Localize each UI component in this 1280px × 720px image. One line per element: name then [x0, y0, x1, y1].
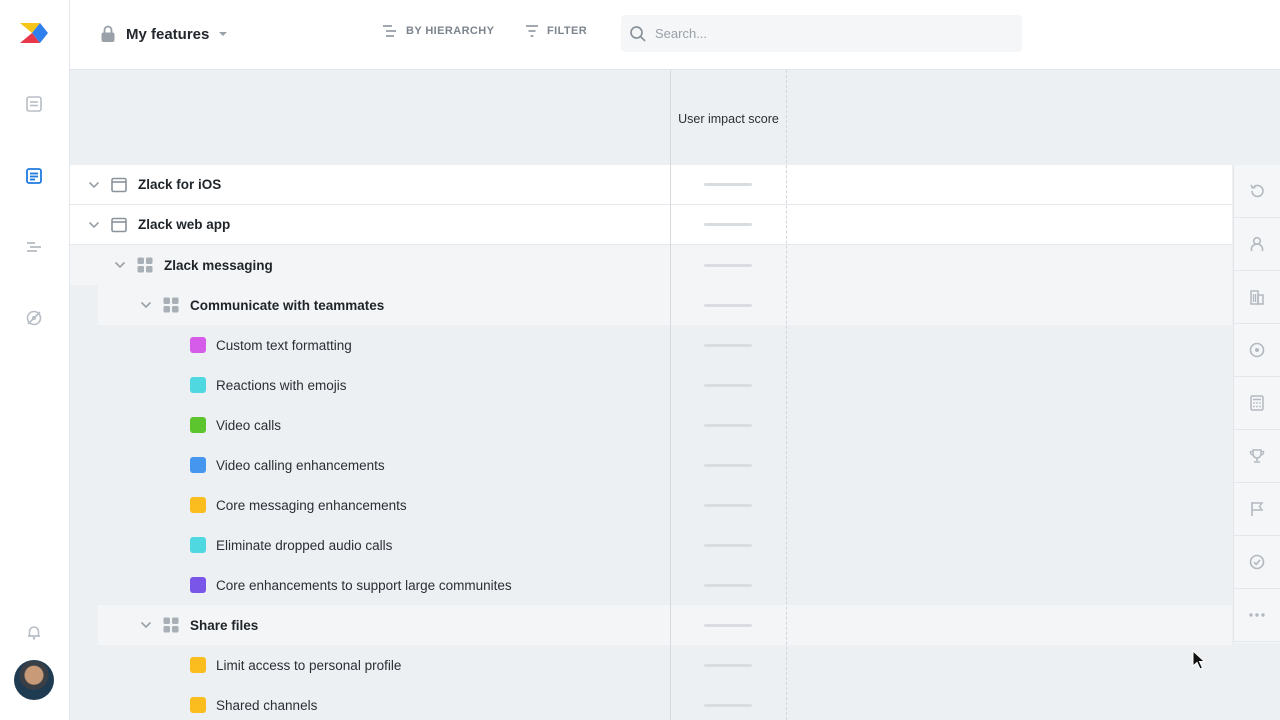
feature-row[interactable]: Core enhancements to support large commu… [70, 565, 1232, 605]
calculator-icon[interactable] [1234, 377, 1280, 430]
score-placeholder[interactable] [704, 423, 752, 427]
column-divider [670, 70, 671, 720]
score-placeholder[interactable] [704, 263, 752, 267]
search-box [621, 15, 1022, 52]
score-placeholder[interactable] [704, 583, 752, 587]
row-label: Custom text formatting [216, 337, 352, 353]
score-placeholder[interactable] [704, 223, 752, 226]
chevron-down-icon[interactable] [87, 178, 101, 192]
building-icon[interactable] [1234, 271, 1280, 324]
hierarchy-icon [383, 25, 396, 37]
feature-status-swatch [190, 577, 206, 593]
features-icon[interactable] [22, 164, 46, 188]
roadmap-icon[interactable] [22, 235, 46, 259]
board-title-dropdown[interactable]: My features [100, 22, 228, 46]
feature-row[interactable]: Video calling enhancements [70, 445, 1232, 485]
score-placeholder[interactable] [704, 503, 752, 507]
component-icon [163, 297, 179, 313]
feature-status-swatch [190, 377, 206, 393]
row-label: Zlack web app [138, 217, 231, 232]
feature-row[interactable]: Shared channels [70, 685, 1232, 720]
feature-status-swatch [190, 697, 206, 713]
component-row[interactable]: Zlack messaging [70, 245, 1232, 285]
notes-icon[interactable] [22, 92, 46, 116]
flag-icon[interactable] [1234, 483, 1280, 536]
by-hierarchy-label: BY HIERARCHY [406, 25, 495, 37]
row-label: Core enhancements to support large commu… [216, 577, 512, 593]
chevron-down-icon[interactable] [139, 618, 153, 632]
row-label: Eliminate dropped audio calls [216, 537, 393, 553]
filter-label: FILTER [547, 25, 588, 37]
target-icon[interactable] [1234, 324, 1280, 377]
component-icon [163, 617, 179, 633]
avatar[interactable] [14, 660, 54, 700]
row-label: Zlack messaging [164, 257, 273, 273]
component-row[interactable]: Share files [98, 605, 1232, 645]
feature-row[interactable]: Reactions with emojis [70, 365, 1232, 405]
row-label: Reactions with emojis [216, 377, 347, 393]
feature-status-swatch [190, 657, 206, 673]
page-title: My features [126, 25, 210, 43]
score-placeholder[interactable] [704, 183, 752, 186]
product-icon [111, 217, 127, 233]
trophy-icon[interactable] [1234, 430, 1280, 483]
top-bar: My features BY HIERARCHY FILTER [70, 0, 1280, 70]
feature-status-swatch [190, 417, 206, 433]
chevron-down-icon[interactable] [139, 298, 153, 312]
feature-status-swatch [190, 457, 206, 473]
search-icon [630, 25, 646, 42]
feature-row[interactable]: Limit access to personal profile [70, 645, 1232, 685]
caret-down-icon [219, 32, 228, 36]
score-placeholder[interactable] [704, 383, 752, 387]
chevron-down-icon[interactable] [113, 258, 127, 272]
feature-status-swatch [190, 537, 206, 553]
search-input[interactable] [655, 26, 995, 41]
feature-row[interactable]: Core messaging enhancements [70, 485, 1232, 525]
product-icon [111, 177, 127, 193]
row-label: Video calling enhancements [216, 457, 385, 473]
feature-row[interactable]: Eliminate dropped audio calls [70, 525, 1232, 565]
mouse-cursor-icon [1192, 650, 1206, 670]
feature-status-swatch [190, 497, 206, 513]
score-placeholder[interactable] [704, 663, 752, 667]
row-label: Limit access to personal profile [216, 657, 402, 673]
more-icon[interactable] [1234, 589, 1280, 642]
score-placeholder[interactable] [704, 543, 752, 547]
score-placeholder[interactable] [704, 463, 752, 467]
score-placeholder[interactable] [704, 623, 752, 627]
component-row[interactable]: Communicate with teammates [98, 285, 1232, 325]
column-divider-dashed [786, 70, 787, 720]
score-placeholder[interactable] [704, 703, 752, 707]
insights-icon[interactable] [22, 306, 46, 330]
row-label: Core messaging enhancements [216, 497, 407, 513]
logo-icon[interactable] [18, 20, 50, 46]
feature-table: User impact score Zlack for iOS Zlack web… [70, 70, 1280, 720]
history-icon[interactable] [1234, 165, 1280, 218]
user-icon[interactable] [1234, 218, 1280, 271]
left-nav [0, 0, 70, 720]
lock-icon [101, 25, 115, 42]
product-row[interactable]: Zlack for iOS [70, 165, 1232, 205]
feature-row[interactable]: Video calls [70, 405, 1232, 445]
chevron-down-icon[interactable] [87, 218, 101, 232]
row-label: Shared channels [216, 697, 318, 713]
check-circle-icon[interactable] [1234, 536, 1280, 589]
score-placeholder[interactable] [704, 343, 752, 347]
by-hierarchy-button[interactable]: BY HIERARCHY [382, 24, 494, 38]
product-row[interactable]: Zlack web app [70, 205, 1232, 245]
feature-status-swatch [190, 337, 206, 353]
row-label: Communicate with teammates [190, 297, 385, 313]
row-label: Zlack for iOS [138, 177, 222, 192]
column-header-user-impact-score[interactable]: User impact score [671, 110, 786, 129]
right-rail [1233, 165, 1280, 643]
score-placeholder[interactable] [704, 303, 752, 307]
component-icon [137, 257, 153, 273]
filter-icon [526, 25, 538, 37]
row-label: Video calls [216, 417, 282, 433]
feature-row[interactable]: Custom text formatting [70, 325, 1232, 365]
bell-icon[interactable] [22, 620, 46, 644]
row-label: Share files [190, 617, 259, 633]
filter-button[interactable]: FILTER [525, 24, 587, 38]
